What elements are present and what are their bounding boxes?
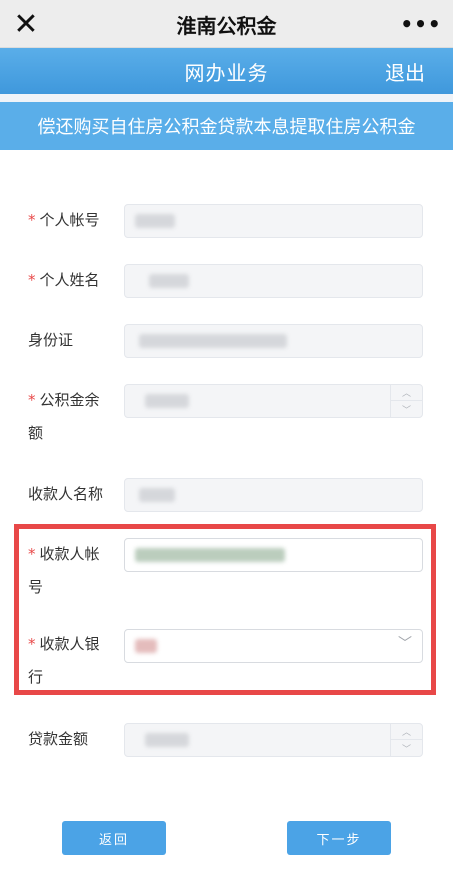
- required-mark: *: [28, 211, 36, 229]
- chevron-down-icon: ﹀: [398, 636, 412, 652]
- back-button[interactable]: 返回: [62, 821, 166, 855]
- loan-amount-field[interactable]: ︿ ﹀: [124, 723, 423, 757]
- personal-name-field[interactable]: [124, 264, 423, 298]
- payee-bank-select[interactable]: ﹀: [124, 629, 423, 663]
- required-mark: *: [28, 391, 36, 409]
- payee-bank-label: * 收款人银: [28, 635, 100, 653]
- payee-account-label: * 收款人帐: [28, 545, 100, 563]
- masked-value: [139, 488, 175, 502]
- personal-account-field[interactable]: [124, 204, 423, 238]
- nav-bar: 网办业务 退出: [0, 48, 453, 94]
- page-banner: 偿还购买自住房公积金贷款本息提取住房公积金: [0, 102, 453, 150]
- required-mark: *: [28, 635, 36, 653]
- personal-account-label: * 个人帐号: [28, 211, 100, 229]
- stepper-up-icon[interactable]: ︿: [391, 724, 422, 740]
- next-step-button[interactable]: 下一步: [287, 821, 391, 855]
- required-mark: *: [28, 271, 36, 289]
- required-mark: *: [28, 545, 36, 563]
- personal-name-label: * 个人姓名: [28, 271, 100, 289]
- balance-label-line2: 额: [28, 424, 44, 442]
- payee-name-label: 收款人名称: [28, 485, 104, 503]
- more-options-icon[interactable]: •••: [400, 4, 440, 44]
- stepper-down-icon[interactable]: ﹀: [391, 740, 422, 756]
- masked-value: [149, 274, 189, 288]
- balance-field[interactable]: ︿ ﹀: [124, 384, 423, 418]
- stepper-down-icon[interactable]: ﹀: [391, 401, 422, 417]
- payee-account-label-line2: 号: [28, 578, 44, 596]
- title-bar: ✕ 淮南公积金 •••: [0, 0, 453, 48]
- masked-value: [135, 639, 157, 653]
- masked-value: [135, 214, 175, 228]
- loan-amount-label: 贷款金额: [28, 730, 89, 748]
- payee-name-field[interactable]: [124, 478, 423, 512]
- balance-label: * 公积金余: [28, 391, 100, 409]
- id-card-label: 身份证: [28, 331, 74, 349]
- number-stepper[interactable]: ︿ ﹀: [390, 724, 422, 756]
- logout-button[interactable]: 退出: [385, 48, 425, 94]
- masked-value: [139, 334, 287, 348]
- divider-strip: [0, 94, 453, 102]
- window-title: 淮南公积金: [176, 13, 277, 38]
- masked-value: [145, 733, 189, 747]
- masked-value: [135, 548, 285, 562]
- stepper-up-icon[interactable]: ︿: [391, 385, 422, 401]
- payee-account-input[interactable]: [124, 538, 423, 572]
- masked-value: [145, 394, 189, 408]
- id-card-field[interactable]: [124, 324, 423, 358]
- number-stepper[interactable]: ︿ ﹀: [390, 385, 422, 417]
- payee-bank-label-line2: 行: [28, 668, 44, 686]
